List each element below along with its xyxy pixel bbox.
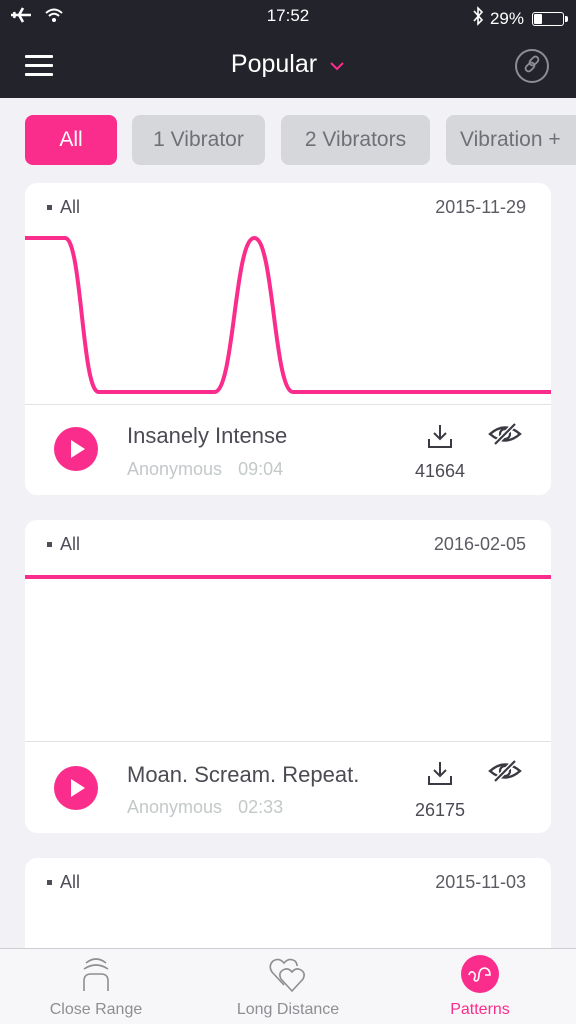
tab-long-distance[interactable]: Long Distance [192,949,384,1024]
pattern-tag: All [47,872,80,893]
battery-fill [534,13,543,24]
pattern-duration: 09:04 [238,459,284,479]
status-bar: 17:52 29% [0,0,576,34]
pattern-author: Anonymous [127,459,223,479]
bullet-icon [47,205,52,210]
pattern-tag: All [47,534,80,555]
pattern-date: 2015-11-29 [435,197,526,217]
pattern-date: 2016-02-05 [433,534,526,554]
bullet-icon [47,880,52,885]
pattern-card[interactable]: All 2015-11-29 Insanely Intense Anonymou… [25,183,551,495]
waveform-line [25,235,551,394]
filter-bar: All 1 Vibrator 2 Vibrators Vibration + [0,98,576,182]
pattern-tag: All [47,197,80,218]
pattern-card[interactable]: All 2016-02-05 Moan. Scream. Repeat. Ano… [25,520,551,833]
battery-icon [532,11,568,26]
filter-chip-all[interactable]: All [25,115,117,165]
hide-button[interactable] [487,421,523,451]
link-icon [522,54,542,79]
bullet-icon [47,542,52,547]
play-button[interactable] [54,427,98,471]
hide-button[interactable] [487,758,523,788]
divider [25,741,551,742]
waveform-chart [25,235,551,394]
pattern-meta: Anonymous 02:33 [127,797,283,818]
tab-label: Patterns [450,1001,510,1018]
download-button[interactable] [425,758,455,788]
bluetooth-icon [472,6,484,31]
eye-off-icon [488,759,522,783]
pattern-date: 2015-11-03 [435,872,526,892]
download-count: 41664 [414,461,466,481]
filter-chip-vibration-plus[interactable]: Vibration + [446,115,576,165]
navbar: Popular [0,34,576,98]
eye-off-icon [488,422,522,446]
close-range-icon [0,955,192,993]
pattern-meta: Anonymous 09:04 [127,459,283,480]
download-button[interactable] [425,421,455,451]
tab-label: Close Range [49,1001,143,1018]
download-icon [428,425,452,448]
tab-close-range[interactable]: Close Range [0,949,192,1024]
filter-chip-2-vibrators[interactable]: 2 Vibrators [281,115,430,165]
tab-patterns[interactable]: Patterns [384,949,576,1024]
play-button[interactable] [54,766,98,810]
pattern-duration: 02:33 [238,797,284,817]
tab-label: Long Distance [236,1001,340,1018]
pattern-author: Anonymous [127,797,223,817]
chevron-down-icon [329,49,345,78]
divider [25,404,551,405]
pattern-title: Insanely Intense [127,423,288,448]
pattern-wave-icon [384,955,576,993]
filter-chip-1-vibrator[interactable]: 1 Vibrator [132,115,265,165]
pattern-title: Moan. Scream. Repeat. [127,762,360,787]
tab-bar: Close Range Long Distance Patterns [0,948,576,1024]
page-title: Popular [230,50,318,78]
download-icon [428,762,452,785]
waveform-chart [25,575,551,579]
title-dropdown[interactable]: Popular [0,50,576,79]
hearts-icon [192,955,384,993]
battery-percent: 29% [489,8,524,28]
download-count: 26175 [414,800,466,820]
link-button[interactable] [515,49,549,83]
